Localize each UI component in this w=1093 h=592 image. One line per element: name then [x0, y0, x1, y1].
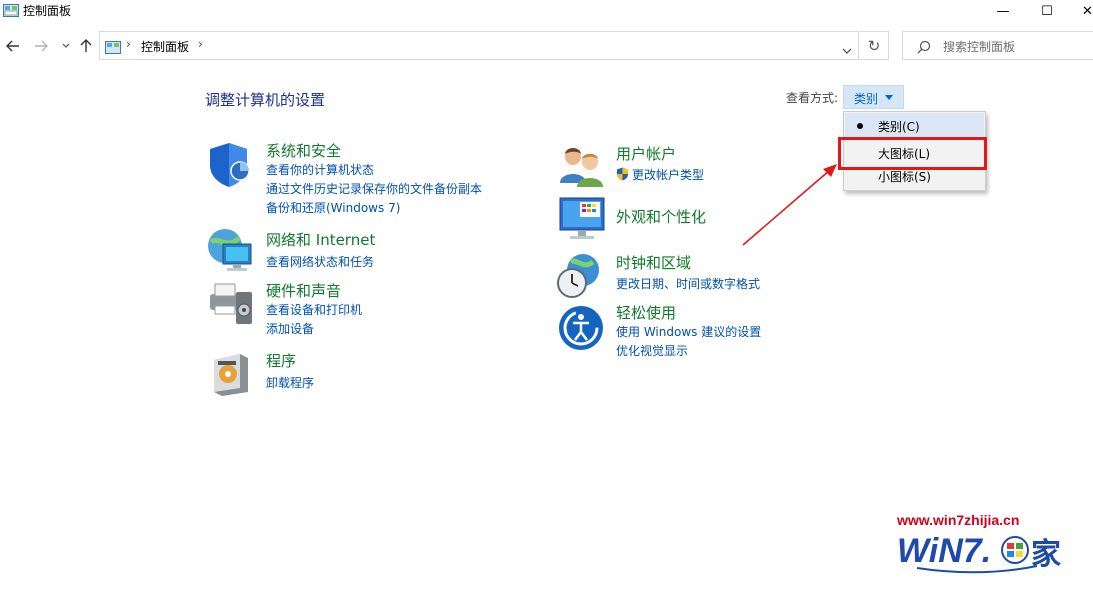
ease-of-access-icon[interactable]	[557, 304, 605, 352]
window-title: 控制面板	[23, 4, 72, 18]
link-change-account-type[interactable]: 更改帐户类型	[632, 166, 704, 183]
category-title-clock-region[interactable]: 时钟和区域	[616, 252, 691, 273]
category-title-programs[interactable]: 程序	[266, 350, 296, 371]
uac-shield-icon	[616, 166, 629, 181]
link-backup-restore[interactable]: 备份和还原(Windows 7)	[266, 199, 400, 216]
network-icon[interactable]	[205, 226, 253, 274]
category-title-ease-of-access[interactable]: 轻松使用	[616, 302, 676, 323]
maximize-button[interactable]: ☐	[1024, 0, 1070, 22]
link-recommended-settings[interactable]: 使用 Windows 建议的设置	[616, 323, 761, 340]
win7-home-logo: WiN7. 家	[897, 532, 1061, 574]
search-input[interactable]: 搜索控制面板	[902, 31, 1093, 60]
up-button[interactable]	[76, 36, 96, 56]
chevron-down-icon	[62, 43, 70, 48]
clock-globe-icon[interactable]	[557, 252, 605, 300]
control-panel-icon	[105, 39, 121, 54]
svg-text:WiN7.: WiN7.	[897, 532, 991, 570]
close-button[interactable]: ✕	[1068, 0, 1093, 22]
search-placeholder: 搜索控制面板	[943, 40, 1016, 54]
users-icon[interactable]	[558, 143, 606, 191]
minimize-button[interactable]: —	[980, 0, 1026, 22]
page-title: 调整计算机的设置	[205, 91, 326, 109]
link-network-status[interactable]: 查看网络状态和任务	[266, 253, 374, 270]
breadcrumb-separator: ›	[126, 37, 131, 51]
link-devices-printers[interactable]: 查看设备和打印机	[266, 301, 362, 318]
recent-locations-button[interactable]	[56, 36, 76, 56]
link-file-history[interactable]: 通过文件历史记录保存你的文件备份副本	[266, 180, 482, 197]
view-by-dropdown[interactable]: 类别	[843, 85, 904, 109]
view-by-label: 查看方式:	[786, 91, 839, 105]
arrow-up-icon	[80, 39, 92, 52]
annotation-highlight-box	[838, 137, 987, 170]
shield-icon[interactable]	[207, 141, 255, 189]
view-by-value: 类别	[854, 92, 879, 106]
link-view-computer-status[interactable]: 查看你的计算机状态	[266, 161, 374, 178]
radio-selected-icon	[857, 123, 863, 129]
menu-item-label: 小图标(S)	[878, 170, 931, 184]
search-icon	[917, 39, 931, 58]
annotation-arrow-icon	[742, 164, 837, 246]
printer-icon[interactable]	[206, 280, 254, 328]
category-title-appearance[interactable]: 外观和个性化	[616, 206, 706, 227]
category-title-user-accounts[interactable]: 用户帐户	[616, 143, 676, 164]
forward-button[interactable]	[31, 36, 51, 56]
control-panel-icon	[3, 3, 19, 17]
menu-item-category[interactable]: 类别(C)	[845, 113, 984, 139]
appearance-icon[interactable]	[558, 194, 606, 242]
caret-down-icon	[885, 95, 893, 100]
link-optimize-visual-display[interactable]: 优化视觉显示	[616, 342, 688, 359]
address-dropdown-icon[interactable]	[842, 41, 852, 54]
back-button[interactable]	[3, 36, 23, 56]
category-title-hardware-sound[interactable]: 硬件和声音	[266, 280, 341, 301]
arrow-right-icon	[35, 40, 48, 52]
refresh-button[interactable]: ↻	[860, 31, 889, 60]
title-bar: 控制面板 — ☐ ✕	[0, 0, 1093, 22]
category-title-network[interactable]: 网络和 Internet	[266, 229, 375, 250]
link-change-date-time-format[interactable]: 更改日期、时间或数字格式	[616, 275, 760, 292]
link-add-device[interactable]: 添加设备	[266, 320, 314, 337]
breadcrumb-separator[interactable]: ›	[198, 37, 203, 51]
menu-item-label: 类别(C)	[878, 120, 920, 134]
programs-icon[interactable]	[210, 350, 258, 398]
address-bar[interactable]: › 控制面板 ›	[99, 31, 859, 60]
breadcrumb-control-panel[interactable]: 控制面板	[141, 38, 189, 55]
category-title-system-security[interactable]: 系统和安全	[266, 140, 341, 161]
watermark-url: www.win7zhijia.cn	[897, 512, 1020, 528]
link-uninstall-program[interactable]: 卸载程序	[266, 374, 314, 391]
arrow-left-icon	[6, 40, 19, 52]
